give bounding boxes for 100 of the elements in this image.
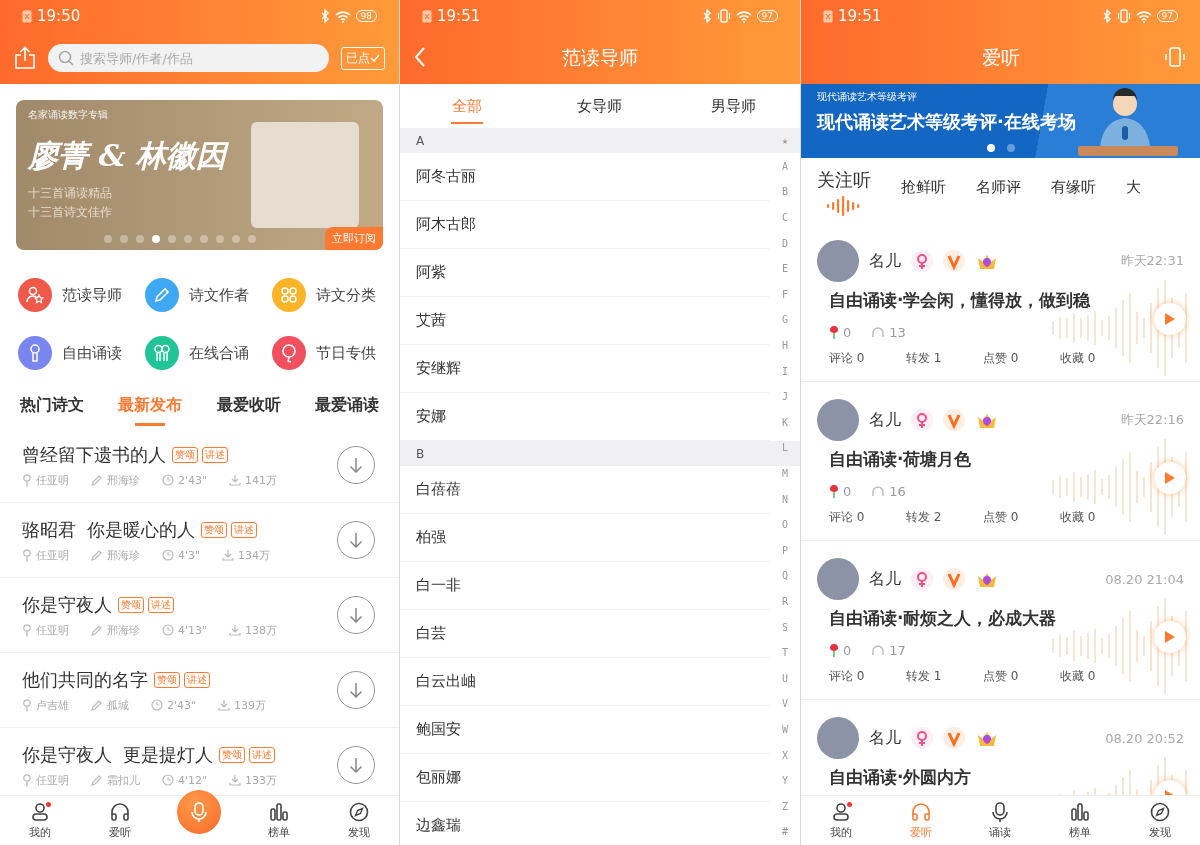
carousel-dot[interactable]	[216, 235, 224, 243]
teacher-item[interactable]: 阿紫	[400, 249, 770, 297]
carousel-dot[interactable]	[200, 235, 208, 243]
list-tab[interactable]: 热门诗文	[20, 384, 84, 426]
nav-tab[interactable]: 发现	[319, 796, 399, 845]
action-link[interactable]: 收藏 0	[1060, 350, 1137, 372]
category-button[interactable]: 在线合诵	[145, 324, 272, 382]
female-badge-icon	[911, 409, 933, 431]
carousel-dot[interactable]	[248, 235, 256, 243]
duration-text: 4'3"	[178, 548, 201, 562]
post-time: 昨天22:16	[1120, 411, 1184, 429]
action-link[interactable]: 收藏 0	[1060, 509, 1137, 531]
download-button[interactable]	[337, 671, 375, 709]
avatar	[817, 399, 859, 441]
action-link[interactable]: 转发 1	[906, 668, 983, 690]
banner-headline: 现代诵读艺术等级考评·在线考场	[817, 110, 1077, 134]
clock-icon	[151, 699, 163, 711]
action-link[interactable]: 评论 0	[829, 350, 906, 372]
carousel-dot[interactable]	[232, 235, 240, 243]
share-button[interactable]	[14, 46, 36, 70]
work-title: 骆昭君 你是暖心的人	[22, 517, 196, 542]
action-link[interactable]: 评论 0	[829, 668, 906, 690]
microphone-icon	[22, 473, 32, 487]
feed-tab[interactable]: 有缘听	[1051, 178, 1096, 197]
action-link[interactable]: 评论 0	[829, 509, 906, 531]
download-button[interactable]	[337, 596, 375, 634]
download-button[interactable]	[337, 746, 375, 784]
teacher-item[interactable]: 白云出岫	[400, 658, 770, 706]
post-time: 08.20 21:04	[1105, 571, 1184, 587]
feed-tab[interactable]: 抢鲜听	[901, 178, 946, 197]
teacher-item[interactable]: 白蓓蓓	[400, 466, 770, 514]
teacher-item[interactable]: 艾茜	[400, 297, 770, 345]
teacher-item[interactable]: 柏强	[400, 514, 770, 562]
carousel-dot[interactable]	[184, 235, 192, 243]
avatar	[817, 717, 859, 759]
category-button[interactable]: 诗文分类	[272, 266, 399, 324]
bluetooth-icon	[320, 9, 330, 23]
nav-tab[interactable]: 榜单	[239, 796, 320, 845]
carousel-dot[interactable]	[104, 235, 112, 243]
teacher-item[interactable]: 包丽娜	[400, 754, 770, 802]
nav-tab[interactable]: 诵读	[960, 796, 1041, 845]
vip-badge-icon	[943, 409, 965, 431]
feed-tab[interactable]: 名师评	[976, 178, 1021, 197]
play-button[interactable]	[1154, 621, 1186, 653]
category-button[interactable]: 诗文作者	[145, 266, 272, 324]
action-link[interactable]: 点赞 0	[983, 668, 1060, 690]
play-button[interactable]	[1154, 303, 1186, 335]
reader-name: 任亚明	[36, 622, 69, 638]
teacher-item[interactable]: 白一非	[400, 562, 770, 610]
nav-tab[interactable]: 我的	[0, 796, 80, 845]
carousel-dot[interactable]	[120, 235, 128, 243]
teacher-item[interactable]: 白芸	[400, 610, 770, 658]
category-button[interactable]: 节日专供	[272, 324, 399, 382]
promo-banner[interactable]: 现代诵读艺术等级考评 现代诵读艺术等级考评·在线考场	[801, 84, 1200, 158]
play-button[interactable]	[1154, 462, 1186, 494]
arrow-down-icon	[349, 757, 363, 773]
status-time: 19:51	[437, 7, 481, 25]
feed-tab[interactable]: 关注听	[817, 168, 871, 216]
nav-tab[interactable]: 榜单	[1040, 796, 1121, 845]
nav-tab[interactable]: 爱听	[79, 796, 160, 845]
action-link[interactable]: 转发 2	[906, 509, 983, 531]
filter-tab[interactable]: 男导师	[666, 88, 800, 124]
action-link[interactable]: 点赞 0	[983, 350, 1060, 372]
action-link[interactable]: 转发 1	[906, 350, 983, 372]
nav-tab[interactable]: 我的	[801, 796, 881, 845]
download-count: 134万	[238, 547, 271, 563]
headphones-icon	[871, 644, 886, 656]
teacher-item[interactable]: 阿冬古丽	[400, 153, 770, 201]
record-button[interactable]	[177, 790, 222, 834]
filter-tab[interactable]: 女导师	[533, 88, 667, 124]
teacher-item[interactable]: 安继辉	[400, 345, 770, 393]
category-button[interactable]: 范读导师	[18, 266, 145, 324]
play-icon	[1164, 630, 1176, 644]
category-button[interactable]: 自由诵读	[18, 324, 145, 382]
nav-tab[interactable]: 发现	[1120, 796, 1200, 845]
teacher-item[interactable]: 鲍国安	[400, 706, 770, 754]
status-time: 19:51	[838, 7, 882, 25]
back-button[interactable]	[414, 46, 426, 68]
list-tab[interactable]: 最爱诵读	[315, 384, 379, 426]
carousel-dot[interactable]	[168, 235, 176, 243]
download-button[interactable]	[337, 521, 375, 559]
teacher-item[interactable]: 阿木古郎	[400, 201, 770, 249]
flower-count: 0	[843, 324, 852, 340]
tag-label: 讲述	[249, 746, 276, 763]
post-title: 自由诵读·耐烦之人，必成大器	[829, 606, 1057, 630]
carousel-dot[interactable]	[152, 235, 160, 243]
work-title: 曾经留下遗书的人	[22, 442, 166, 467]
carousel-dot[interactable]	[136, 235, 144, 243]
teacher-item[interactable]: 边鑫瑞	[400, 802, 770, 845]
carousel-dot[interactable]	[987, 144, 995, 152]
bluetooth-icon	[1102, 9, 1112, 23]
list-tab[interactable]: 最爱收听	[216, 384, 281, 426]
play-icon	[1164, 312, 1176, 326]
download-button[interactable]	[337, 446, 375, 484]
action-link[interactable]: 收藏 0	[1060, 668, 1137, 690]
carousel-dot[interactable]	[1007, 144, 1015, 152]
action-link[interactable]: 点赞 0	[983, 509, 1060, 531]
vibrate-button[interactable]	[1164, 46, 1186, 68]
search-field[interactable]: 搜索导师/作者/作品	[48, 44, 329, 72]
feed-tab[interactable]: 大	[1126, 178, 1141, 197]
